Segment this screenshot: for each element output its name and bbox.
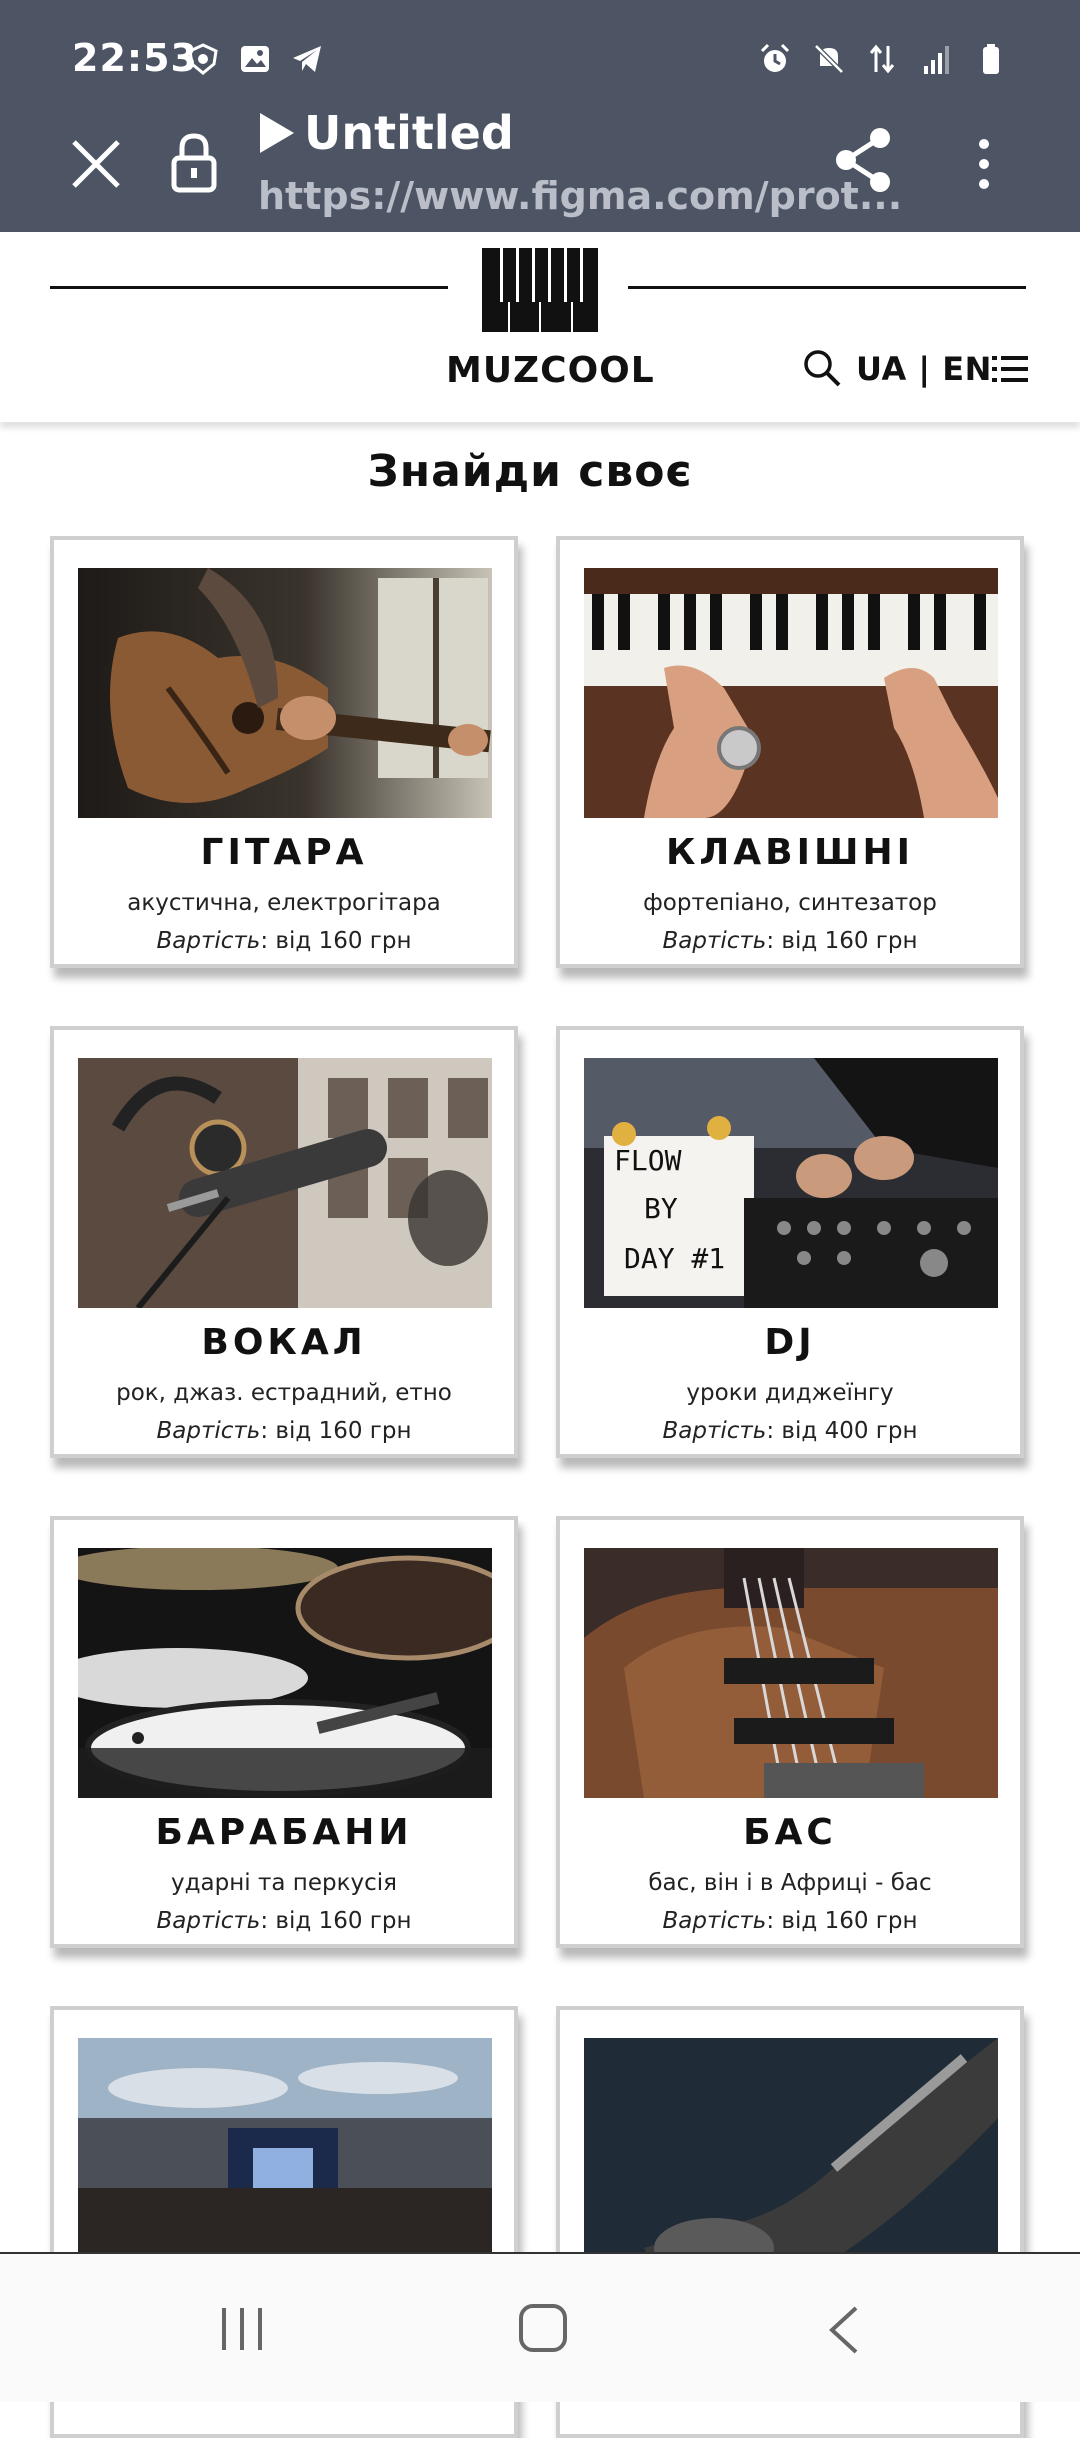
mute-icon [814,44,844,74]
course-title: БАС [743,1812,837,1853]
course-card-drums[interactable]: БАРАБАНИ ударні та перкусія Вартість: ві… [50,1516,518,1948]
gallery-icon [241,46,269,72]
drums-photo [78,1548,492,1798]
course-price: Вартість: від 160 грн [560,928,1020,954]
page-title-row[interactable]: Untitled [260,106,514,160]
header-divider-left [50,286,448,289]
lightbox-sign-text-1: FLOW [614,1144,682,1177]
logo-text[interactable]: MUZCOOL [446,350,655,391]
course-price: Вартість: від 400 грн [560,1418,1020,1444]
course-title: КЛАВІШНІ [665,832,915,873]
course-description: уроки диджеїнгу [686,1380,894,1406]
price-label: Вартість [156,1418,261,1444]
site-header: MUZCOOL UA | EN [0,232,1080,422]
lightbox-sign-text-2: BY [644,1192,678,1225]
course-title: ВОКАЛ [201,1322,367,1363]
course-card-keys[interactable]: КЛАВІШНІ фортепіано, синтезатор Вартість… [556,536,1024,968]
status-time: 22:53 [72,36,198,80]
price-value: : від 160 грн [766,1908,918,1934]
telegram-icon [293,46,321,72]
course-description: акустична, електрогітара [127,890,441,916]
url-text[interactable]: https://www.figma.com/prot... [258,174,902,218]
browser-chrome: 22:53 Untitled https://www.figma.com/pro… [0,0,1080,232]
price-value: : від 160 грн [260,1908,412,1934]
course-card-bass[interactable]: БАС бас, він і в Африці - бас Вартість: … [556,1516,1024,1948]
course-price: Вартість: від 160 грн [54,1908,514,1934]
course-title: БАРАБАНИ [155,1812,413,1853]
saxophone-photo [584,2038,998,2288]
bass-guitar-photo [584,1548,998,1798]
price-value: : від 400 грн [766,1418,918,1444]
course-card-dj[interactable]: FLOW BY DAY #1 DJ уроки диджеїнгу Вартіс… [556,1026,1024,1458]
language-switcher[interactable]: UA | EN [856,350,992,388]
header-divider-right [628,286,1026,289]
url-bar: Untitled https://www.figma.com/prot... [0,104,1080,232]
recent-apps-icon[interactable] [220,2304,264,2354]
alarm-icon [760,43,790,72]
menu-list-icon[interactable] [992,354,1028,384]
price-label: Вартість [662,1908,767,1934]
concert-photo [78,2038,492,2288]
course-card-guitar[interactable]: ГІТАРА акустична, електрогітара Вартість… [50,536,518,968]
prototype-play-icon [260,113,294,153]
price-value: : від 160 грн [260,1418,412,1444]
course-description: ударні та перкусія [171,1870,397,1896]
signal-icon [924,46,949,74]
price-value: : від 160 грн [766,928,918,954]
system-navigation-bar [0,2252,1080,2402]
page-title: Untitled [304,106,514,160]
price-label: Вартість [156,928,261,954]
microphone-photo [78,1058,492,1308]
price-value: : від 160 грн [260,928,412,954]
course-description: бас, він і в Африці - бас [648,1870,932,1896]
course-price: Вартість: від 160 грн [54,1418,514,1444]
share-icon[interactable] [832,124,896,196]
price-label: Вартість [662,928,767,954]
status-bar: 22:53 [0,0,1080,120]
course-card-vocal[interactable]: ВОКАЛ рок, джаз. естрадний, етно Вартіст… [50,1026,518,1458]
guitar-photo [78,568,492,818]
course-price: Вартість: від 160 грн [560,1908,1020,1934]
price-label: Вартість [156,1908,261,1934]
course-title: DJ [764,1322,816,1363]
close-icon[interactable] [64,132,128,196]
lock-icon[interactable] [166,130,222,194]
piano-photo [584,568,998,818]
price-label: Вартість [662,1418,767,1444]
section-title: Знайди своє [367,446,693,497]
home-icon[interactable] [518,2302,568,2354]
back-icon[interactable] [826,2304,862,2356]
shield-app-icon [188,43,218,75]
dj-photo: FLOW BY DAY #1 [584,1058,998,1308]
course-description: фортепіано, синтезатор [643,890,937,916]
battery-icon [983,44,999,74]
search-icon[interactable] [802,348,842,388]
course-price: Вартість: від 160 грн [54,928,514,954]
more-options-icon[interactable] [960,128,1008,200]
course-description: рок, джаз. естрадний, етно [116,1380,452,1406]
piano-keys-logo-icon[interactable] [482,248,598,332]
course-title: ГІТАРА [200,832,368,873]
data-arrows-icon [869,44,895,74]
lightbox-sign-text-3: DAY #1 [624,1242,725,1275]
